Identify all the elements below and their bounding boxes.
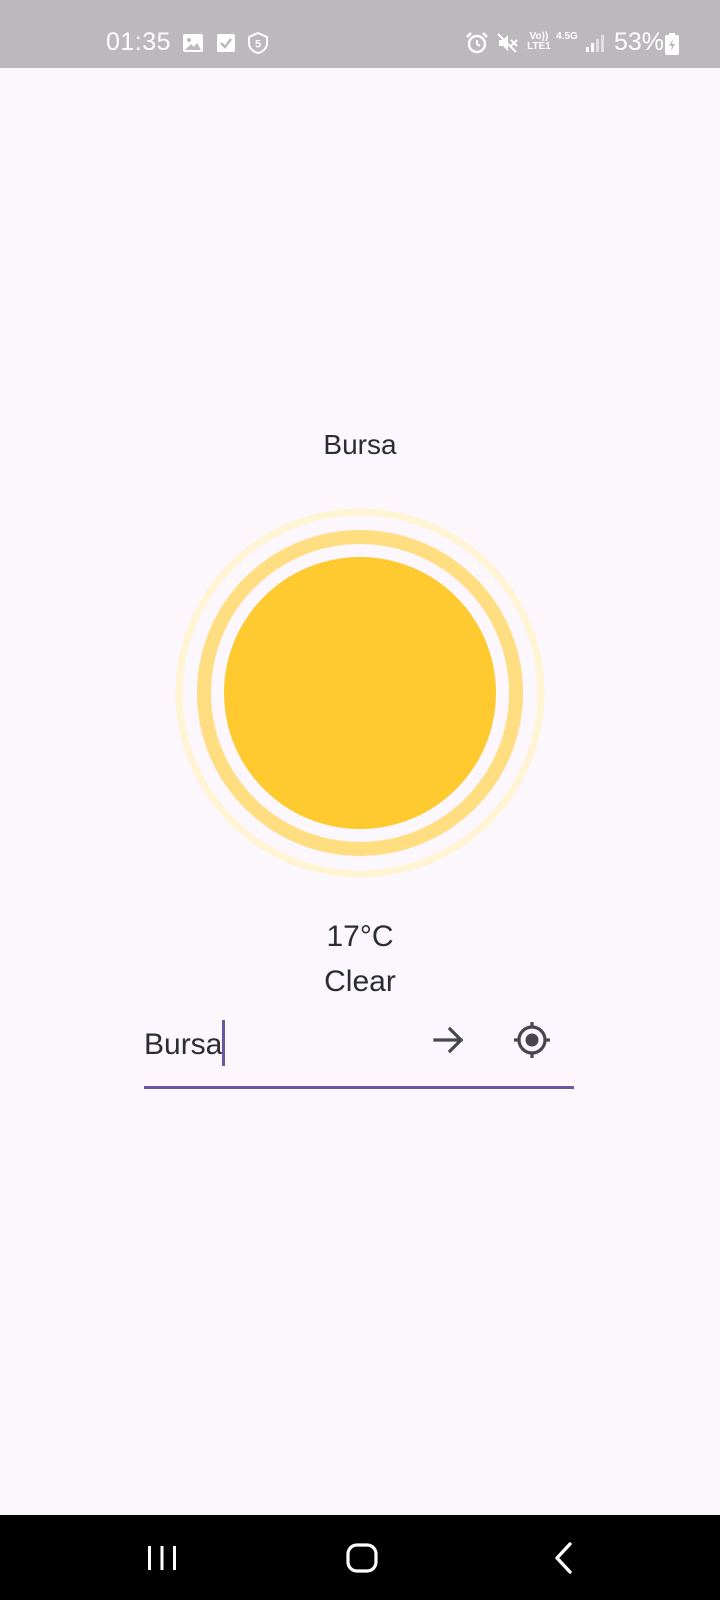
network-gen-label: 4.5G (556, 31, 578, 42)
battery-percent: 53% (614, 28, 665, 56)
status-bar: 01:35 5 Vo)) LTE1 4.5G 53% (0, 0, 720, 68)
condition-label: Clear (324, 965, 396, 998)
text-cursor (222, 1020, 225, 1066)
checkbox-icon (217, 34, 235, 52)
svg-text:5: 5 (255, 39, 261, 51)
volte-indicator: Vo)) LTE1 (525, 32, 553, 52)
volte-bottom-label: LTE1 (527, 41, 551, 52)
temperature-label: 17°C (326, 920, 394, 953)
city-title: Bursa (323, 429, 397, 460)
home-icon[interactable] (337, 1533, 387, 1583)
my-location-icon[interactable] (510, 1018, 554, 1062)
gallery-icon (183, 34, 203, 52)
city-search-field[interactable] (144, 1015, 574, 1089)
back-icon[interactable] (540, 1533, 590, 1583)
sun-icon (175, 508, 545, 878)
recents-icon[interactable] (137, 1533, 187, 1583)
arrow-right-icon[interactable] (427, 1018, 471, 1062)
status-time: 01:35 (106, 28, 172, 56)
signal-icon (586, 35, 604, 52)
mute-icon (497, 33, 518, 53)
navigation-bar (0, 1515, 720, 1600)
shield-5-icon: 5 (248, 32, 268, 54)
alarm-icon (466, 32, 488, 54)
battery-charging-icon (665, 33, 679, 55)
city-search-input[interactable] (144, 1023, 404, 1067)
